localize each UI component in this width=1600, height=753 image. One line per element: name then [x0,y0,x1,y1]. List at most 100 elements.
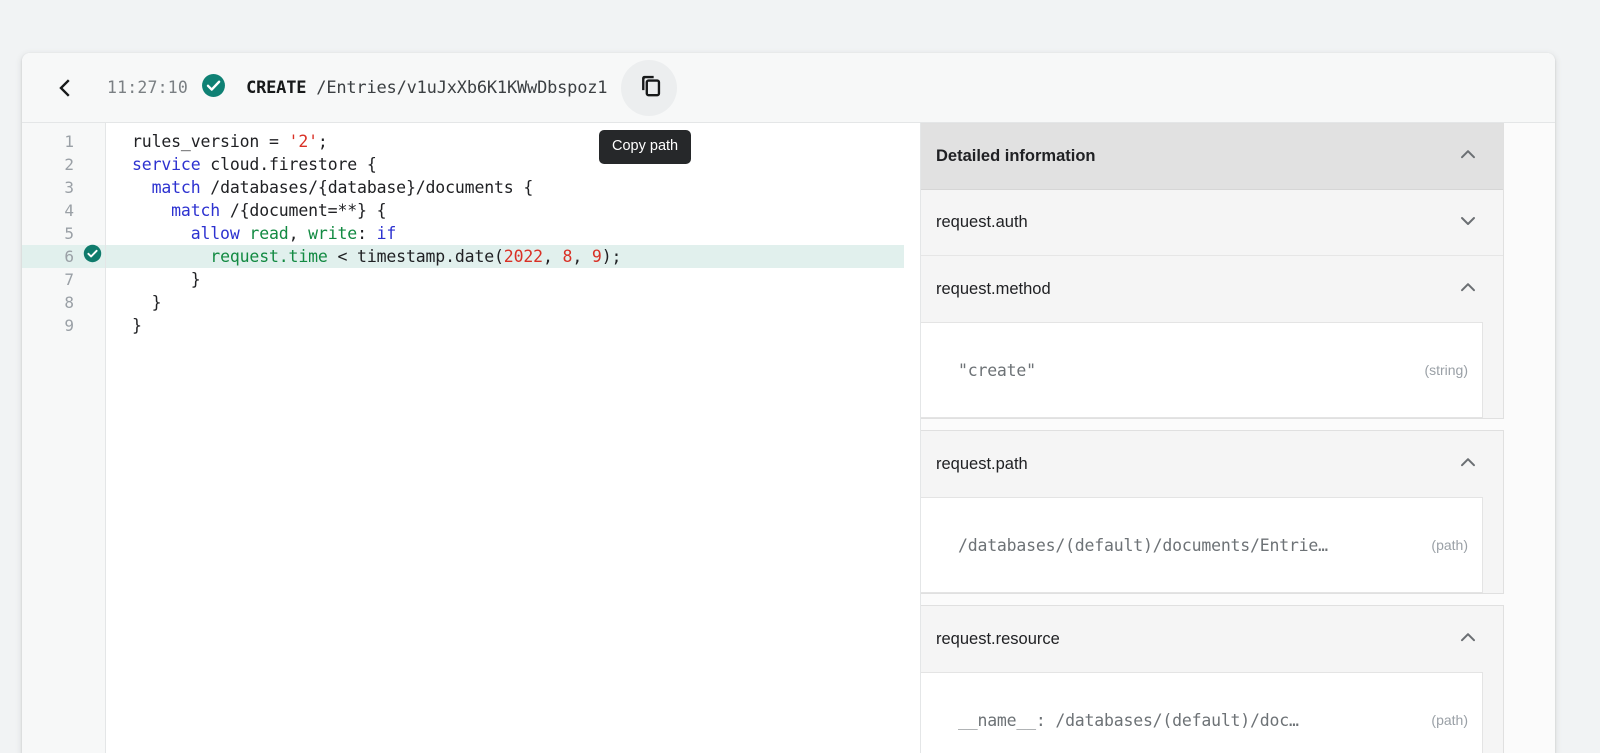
gutter-line-number: 5 [22,222,105,245]
code-token: } [132,316,142,335]
detail-value-box: "create"(string) [921,322,1483,418]
gutter-line-number: 6 [22,245,105,268]
copy-path-button[interactable] [621,60,677,116]
detail-value-box: /databases/(default)/documents/Entrie…(p… [921,497,1483,593]
code-token [132,224,191,243]
detail-body: 123456789 rules_version = '2';service cl… [22,123,1555,753]
code-token: if [377,224,397,243]
code-token [132,201,171,220]
detail-value-text: /databases/(default)/documents/Entrie… [958,536,1431,555]
detail-section-header[interactable]: request.resource [921,606,1503,672]
gutter-status-marker [82,247,102,267]
code-token: /databases/{database}/documents { [201,178,534,197]
code-line[interactable]: request.time < timestamp.date(2022, 8, 9… [106,245,904,268]
expand-toggle[interactable] [1457,453,1479,475]
code-token: match [152,178,201,197]
detail-section-label: request.path [936,455,1457,474]
editor-code-area[interactable]: rules_version = '2';service cloud.firest… [106,123,920,753]
detail-value-box: __name__: /databases/(default)/doc…(path… [921,672,1483,753]
detail-value-type: (path) [1431,712,1482,728]
code-line[interactable]: } [106,291,920,314]
code-token: '2' [289,132,318,151]
chevron-up-icon [1457,451,1479,478]
copy-icon [636,72,663,104]
gutter-line-number: 9 [22,314,105,337]
panel-title: Detailed information [936,147,1457,166]
editor-gutter: 123456789 [22,123,106,753]
detail-value-type: (path) [1431,537,1482,553]
chevron-up-icon [1457,143,1479,170]
code-token: , [572,247,592,266]
details-scroll-region[interactable]: Detailed information request.auth request.… [921,123,1555,753]
gutter-line-number: 3 [22,176,105,199]
code-token: } [132,293,161,312]
gutter-line-number: 8 [22,291,105,314]
detailed-information-panel: Detailed information request.auth request.… [920,123,1555,753]
expand-toggle[interactable] [1457,146,1479,168]
detailed-information-header[interactable]: Detailed information [921,124,1503,190]
code-token: , [289,224,309,243]
code-token: : [357,224,377,243]
detail-section-label: request.auth [936,213,1457,232]
code-token: , [543,247,563,266]
code-token: write [308,224,357,243]
chevron-left-icon [54,77,76,99]
request-path: /Entries/v1uJxXb6K1KWwDbspoz1 [316,78,607,98]
code-token: request.time [210,247,327,266]
check-circle-icon [201,73,226,103]
gutter-line-number: 7 [22,268,105,291]
code-token: 8 [563,247,573,266]
code-token: ; [318,132,328,151]
rules-code-editor[interactable]: 123456789 rules_version = '2';service cl… [22,123,920,753]
detail-card: Detailed information request.auth request.… [921,123,1504,419]
chevron-up-icon [1457,626,1479,653]
code-line[interactable]: allow read, write: if [106,222,920,245]
code-line[interactable]: } [106,314,920,337]
copy-path-tooltip: Copy path [599,130,691,164]
detail-section-header[interactable]: request.method [921,256,1503,322]
code-token: service [132,155,201,174]
code-token: 9 [592,247,602,266]
code-line[interactable]: match /{document=**} { [106,199,920,222]
code-token: cloud.firestore { [201,155,377,174]
expand-toggle[interactable] [1457,212,1479,234]
detail-section-label: request.resource [936,630,1457,649]
code-token [132,178,152,197]
code-token: 2022 [504,247,543,266]
expand-toggle[interactable] [1457,628,1479,650]
code-token: < timestamp.date( [328,247,504,266]
code-line[interactable]: } [106,268,920,291]
status-badge [201,75,226,100]
request-method: CREATE [246,78,306,98]
code-line[interactable]: match /databases/{database}/documents { [106,176,920,199]
code-token [240,224,250,243]
chevron-up-icon [1457,276,1479,303]
detail-value-type: (string) [1424,362,1482,378]
code-token: match [171,201,220,220]
code-token: } [132,270,201,289]
gutter-line-number: 2 [22,153,105,176]
code-token: /{document=**} { [220,201,386,220]
code-token [132,247,210,266]
detail-card: request.resource __name__: /databases/(de… [921,605,1504,753]
detail-section-header[interactable]: request.path [921,431,1503,497]
detail-value-text: "create" [958,361,1424,380]
detail-header: 11:27:10 CREATE /Entries/v1uJxXb6K1KWwDb… [22,53,1555,123]
code-line[interactable]: service cloud.firestore { [106,153,920,176]
back-button[interactable] [48,71,82,105]
line-status-check-icon [83,244,102,269]
detail-value-text: __name__: /databases/(default)/doc… [958,711,1431,730]
code-line[interactable]: rules_version = '2'; [106,130,920,153]
detail-card: request.path/databases/(default)/documen… [921,430,1504,594]
chevron-down-icon [1457,209,1479,236]
request-detail-card: 11:27:10 CREATE /Entries/v1uJxXb6K1KWwDb… [22,53,1555,753]
expand-toggle[interactable] [1457,278,1479,300]
code-token: rules_version = [132,132,289,151]
gutter-line-number: 4 [22,199,105,222]
code-token: ); [602,247,622,266]
code-token: read [249,224,288,243]
request-timestamp: 11:27:10 [107,78,188,97]
gutter-line-number: 1 [22,130,105,153]
detail-section-header[interactable]: request.auth [921,190,1503,256]
detail-section-label: request.method [936,280,1457,299]
